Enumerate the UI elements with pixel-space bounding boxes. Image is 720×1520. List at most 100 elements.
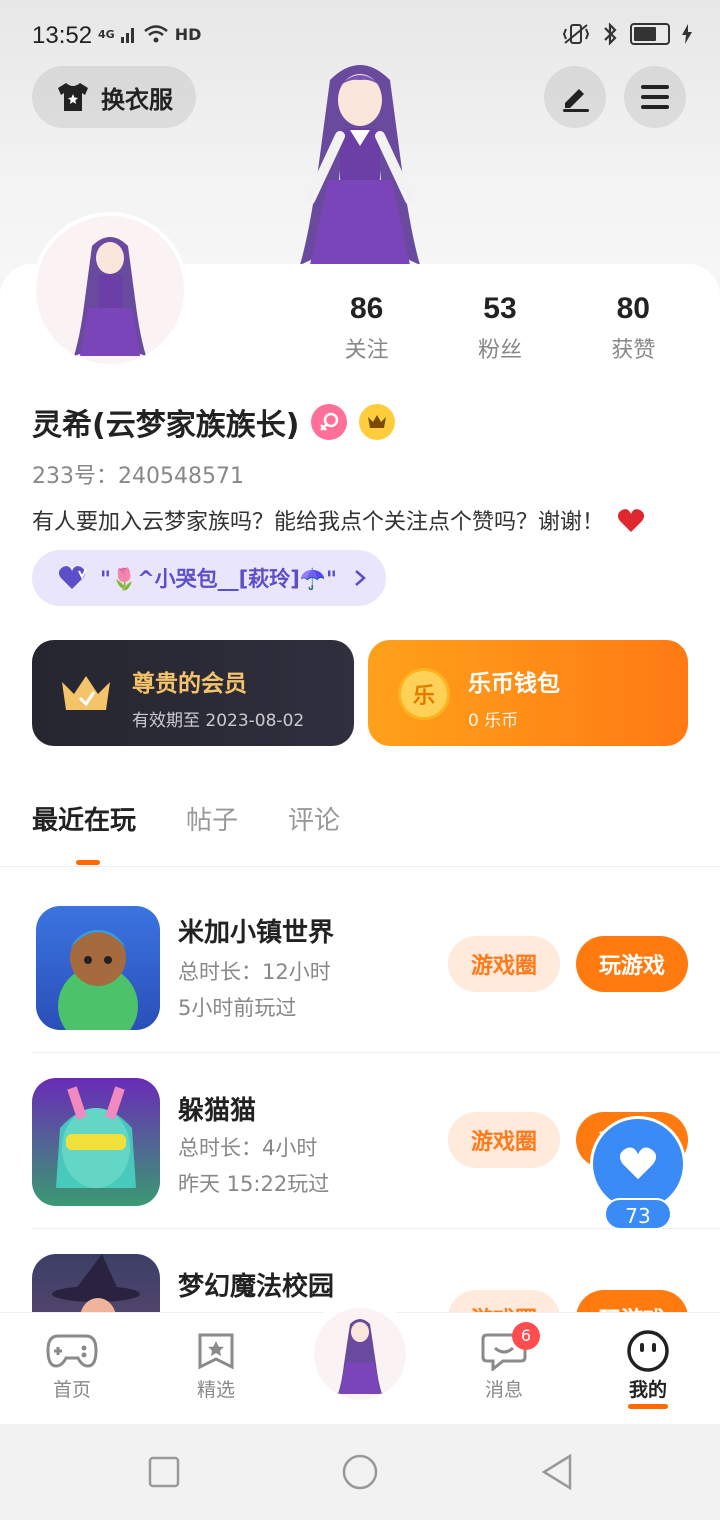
recent-apps-icon[interactable] <box>148 1456 180 1488</box>
miga-town-game-art <box>58 930 138 1030</box>
profile-stats: 86 关注 53 粉丝 80 获赞 <box>300 292 700 364</box>
tabs-divider <box>0 866 720 867</box>
coin-wallet-card[interactable]: 乐 乐币钱包 0 乐币 <box>368 640 688 746</box>
anime-girl-avatar-illustration <box>300 65 420 265</box>
system-navigation-bar <box>0 1424 720 1520</box>
wifi-icon <box>143 25 168 43</box>
nav-avatar-center[interactable] <box>312 1294 408 1402</box>
game-circle-button[interactable]: 游戏圈 <box>448 1290 560 1312</box>
nav-home[interactable]: 首页 <box>22 1329 122 1402</box>
nav-label: 我的 <box>628 1379 667 1401</box>
tab-posts[interactable]: 帖子 <box>186 800 238 837</box>
vip-expiry: 有效期至 2023-08-02 <box>132 711 305 731</box>
play-game-button[interactable]: 玩游戏 <box>576 1290 688 1312</box>
crown-badge-icon[interactable] <box>359 404 396 440</box>
content-tabs: 最近在玩 帖子 评论 <box>32 800 340 837</box>
network-type: 4G <box>98 27 115 41</box>
guardian-pill[interactable]: "🌷^小哭包__[萩玲]☂️" <box>32 550 386 606</box>
hamburger-menu-icon <box>641 85 669 109</box>
avatar[interactable] <box>32 212 188 368</box>
game-name: 米加小镇世界 <box>178 918 335 948</box>
avatar-portrait-illustration <box>74 237 146 356</box>
guardian-name: "🌷^小哭包__[萩玲]☂️" <box>100 567 337 591</box>
stat-followers[interactable]: 53 粉丝 <box>433 292 566 364</box>
hd-icon: HD <box>174 24 202 44</box>
vibrate-icon <box>562 24 590 44</box>
change-outfit-label: 换衣服 <box>101 85 173 114</box>
smile-face-icon <box>627 1330 669 1372</box>
like-count-badge: 73 <box>604 1198 672 1230</box>
pen-icon <box>563 89 589 112</box>
nav-avatar-bg <box>314 1308 406 1400</box>
nav-featured[interactable]: 精选 <box>166 1329 266 1402</box>
name-row: 灵希(云梦家族族长) <box>32 400 396 444</box>
edit-profile-button[interactable] <box>544 66 606 128</box>
nav-me[interactable]: 我的 <box>598 1329 698 1409</box>
game-last-played: 昨天 15:22玩过 <box>178 1172 330 1196</box>
stat-following[interactable]: 86 关注 <box>300 292 433 364</box>
chevron-right-icon <box>355 570 366 586</box>
game-circle-button[interactable]: 游戏圈 <box>448 1112 560 1168</box>
stat-value: 86 <box>349 292 384 325</box>
network-icons: 4G HD <box>98 24 201 44</box>
tab-recent-games[interactable]: 最近在玩 <box>32 800 136 837</box>
stat-label: 关注 <box>344 338 389 363</box>
vip-membership-card[interactable]: 尊贵的会员 有效期至 2023-08-02 <box>32 640 354 746</box>
profile-name: 灵希(云梦家族族长) <box>32 408 300 443</box>
user-id: 233号：240548571 <box>32 464 244 489</box>
stat-likes[interactable]: 80 获赞 <box>567 292 700 364</box>
stat-value: 80 <box>616 292 650 325</box>
game-circle-button[interactable]: 游戏圈 <box>448 936 560 992</box>
red-heart-icon <box>617 509 645 532</box>
white-heart-icon <box>619 1147 657 1180</box>
nav-label: 精选 <box>196 1379 235 1401</box>
gamepad-icon <box>46 1334 98 1368</box>
coin-glyph: 乐 <box>412 684 435 709</box>
bluetooth-icon <box>604 22 617 46</box>
battery-icon <box>630 23 670 45</box>
play-game-button[interactable]: 玩游戏 <box>576 936 688 992</box>
magic-school-game-art <box>52 1254 140 1312</box>
tab-comments[interactable]: 评论 <box>288 800 340 837</box>
wallet-balance: 0 乐币 <box>468 711 519 731</box>
nav-active-underline <box>628 1404 668 1409</box>
game-duration: 总时长：4小时 <box>178 1136 318 1160</box>
game-name: 梦幻魔法校园 <box>178 1272 335 1302</box>
female-gender-icon <box>311 404 348 440</box>
nav-label: 首页 <box>52 1379 91 1401</box>
gold-crown-icon <box>62 676 110 710</box>
system-status-right <box>562 22 692 46</box>
mini-avatar-illustration <box>338 1319 382 1394</box>
game-icon[interactable] <box>32 1078 160 1206</box>
message-count-badge: 6 <box>512 1322 540 1350</box>
tab-active-indicator <box>76 860 100 865</box>
game-duration: 总时长：12小时 <box>178 960 331 984</box>
star-bookmark-icon <box>198 1333 234 1370</box>
game-icon[interactable] <box>32 1254 160 1312</box>
signal-icon <box>120 28 134 43</box>
profile-bio: 有人要加入云梦家族吗？能给我点个关注点个赞吗？谢谢！ <box>32 504 645 536</box>
shirt-icon <box>58 83 88 111</box>
stat-label: 粉丝 <box>477 338 522 363</box>
hide-and-seek-game-art <box>56 1086 136 1188</box>
game-name: 躲猫猫 <box>178 1096 257 1126</box>
wallet-title: 乐币钱包 <box>468 671 560 697</box>
nav-label: 消息 <box>484 1379 523 1401</box>
avatar-character-figure[interactable] <box>270 50 450 270</box>
stat-value: 53 <box>483 292 517 325</box>
bio-text: 有人要加入云梦家族吗？能给我点个关注点个赞吗？谢谢！ <box>32 510 605 535</box>
game-last-played: 5小时前玩过 <box>178 996 297 1020</box>
change-outfit-button[interactable]: 换衣服 <box>32 66 196 128</box>
stat-label: 获赞 <box>611 338 656 363</box>
menu-button[interactable] <box>624 66 686 128</box>
purple-heart-icon <box>58 566 87 589</box>
row-divider <box>32 1052 720 1053</box>
home-circle-icon[interactable] <box>341 1453 379 1491</box>
coin-icon: 乐 <box>398 668 450 720</box>
charging-icon <box>682 24 692 44</box>
status-time: 13:52 <box>32 22 93 49</box>
back-triangle-icon[interactable] <box>540 1453 574 1491</box>
game-icon[interactable] <box>36 906 160 1030</box>
vip-title: 尊贵的会员 <box>132 671 247 697</box>
game-row: 米加小镇世界 总时长：12小时 5小时前玩过 游戏圈 玩游戏 <box>0 876 720 1052</box>
